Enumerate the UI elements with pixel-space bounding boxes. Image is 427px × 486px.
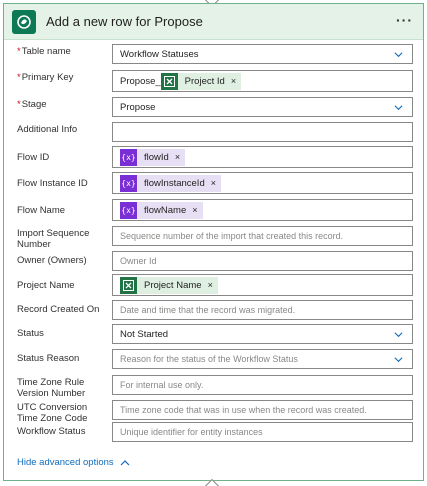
project-id-token[interactable]: Project Id ×	[160, 72, 242, 90]
stage-dropdown[interactable]: Propose	[112, 97, 413, 117]
time-zone-rule-version-number-placeholder: For internal use only.	[120, 380, 204, 390]
project-name-row: Project Name Project Name ×	[17, 274, 413, 296]
chevron-down-icon[interactable]	[394, 50, 403, 59]
time-zone-rule-version-number-label: Time Zone Rule Version Number	[17, 377, 86, 399]
flow-name-token-label: flowName	[144, 204, 187, 216]
more-options-icon[interactable]: ···	[396, 13, 413, 27]
flow-name-input[interactable]: {x} flowName ×	[112, 199, 413, 221]
project-name-token[interactable]: Project Name ×	[120, 276, 218, 294]
remove-token-icon[interactable]: ×	[231, 76, 236, 86]
required-marker: *	[17, 72, 21, 83]
chevron-down-icon[interactable]	[394, 330, 403, 339]
flow-id-token[interactable]: {x} flowId ×	[120, 148, 186, 166]
flow-id-label: Flow ID	[17, 152, 50, 163]
time-zone-rule-version-number-input[interactable]: For internal use only.	[112, 375, 413, 395]
project-name-token-label: Project Name	[144, 279, 202, 291]
remove-token-icon[interactable]: ×	[208, 280, 213, 290]
primary-key-input[interactable]: Propose_ Project Id ×	[112, 70, 413, 92]
owner-row: Owner (Owners) Owner Id	[17, 251, 413, 271]
additional-info-label: Additional Info	[17, 124, 78, 135]
status-row: Status Not Started	[17, 324, 413, 344]
flow-instance-id-label: Flow Instance ID	[17, 178, 88, 189]
project-name-input[interactable]: Project Name ×	[112, 274, 413, 296]
workflow-status-placeholder: Unique identifier for entity instances	[120, 427, 263, 437]
flow-name-label: Flow Name	[17, 205, 66, 216]
action-card: Add a new row for Propose ··· *Table nam…	[3, 3, 424, 481]
table-name-dropdown[interactable]: Workflow Statuses	[112, 44, 413, 64]
utc-conversion-time-zone-code-label: UTC Conversion Time Zone Code	[17, 402, 88, 424]
flow-name-row: Flow Name {x} flowName ×	[17, 199, 413, 221]
flow-name-token[interactable]: {x} flowName ×	[120, 201, 203, 219]
required-marker: *	[17, 99, 21, 110]
hide-advanced-options-label: Hide advanced options	[17, 457, 114, 468]
expression-icon: {x}	[120, 174, 137, 192]
import-sequence-number-placeholder: Sequence number of the import that creat…	[120, 231, 344, 241]
status-dropdown[interactable]: Not Started	[112, 324, 413, 344]
time-zone-rule-version-number-row: Time Zone Rule Version Number For intern…	[17, 375, 413, 399]
table-name-value: Workflow Statuses	[120, 48, 199, 60]
record-created-on-label: Record Created On	[17, 304, 100, 315]
required-marker: *	[17, 46, 21, 57]
remove-token-icon[interactable]: ×	[211, 178, 216, 188]
chevron-down-icon[interactable]	[394, 103, 403, 112]
flow-id-input[interactable]: {x} flowId ×	[112, 146, 413, 168]
hide-advanced-options-link[interactable]: Hide advanced options	[17, 457, 130, 468]
import-sequence-number-row: Import Sequence Number Sequence number o…	[17, 226, 413, 250]
workflow-status-row: Workflow Status Unique identifier for en…	[17, 422, 413, 442]
chevron-up-icon	[120, 459, 130, 465]
status-label: Status	[17, 328, 44, 339]
owner-label: Owner (Owners)	[17, 255, 87, 266]
utc-conversion-time-zone-code-row: UTC Conversion Time Zone Code Time zone …	[17, 400, 413, 424]
flow-instance-id-input[interactable]: {x} flowInstanceId ×	[112, 172, 413, 194]
card-title: Add a new row for Propose	[46, 14, 203, 29]
additional-info-input[interactable]	[112, 122, 413, 142]
flow-instance-id-token-label: flowInstanceId	[144, 177, 205, 189]
project-name-label: Project Name	[17, 280, 75, 291]
chevron-down-icon[interactable]	[394, 355, 403, 364]
table-name-label: Table name	[21, 46, 71, 57]
status-reason-placeholder: Reason for the status of the Workflow St…	[120, 354, 298, 364]
workflow-status-input[interactable]: Unique identifier for entity instances	[112, 422, 413, 442]
record-created-on-placeholder: Date and time that the record was migrat…	[120, 305, 296, 315]
remove-token-icon[interactable]: ×	[192, 205, 197, 215]
additional-info-row: Additional Info	[17, 122, 413, 142]
owner-placeholder: Owner Id	[120, 256, 157, 266]
status-reason-row: Status Reason Reason for the status of t…	[17, 349, 413, 369]
stage-value: Propose	[120, 101, 156, 113]
excel-icon	[160, 72, 178, 90]
stage-row: *Stage Propose	[17, 97, 413, 117]
flow-instance-id-token[interactable]: {x} flowInstanceId ×	[120, 174, 221, 192]
remove-token-icon[interactable]: ×	[175, 152, 180, 162]
owner-input[interactable]: Owner Id	[112, 251, 413, 271]
expression-icon: {x}	[120, 148, 137, 166]
status-reason-dropdown[interactable]: Reason for the status of the Workflow St…	[112, 349, 413, 369]
dataverse-icon	[12, 9, 36, 34]
utc-conversion-time-zone-code-placeholder: Time zone code that was in use when the …	[120, 405, 367, 415]
flow-id-token-label: flowId	[144, 151, 169, 163]
import-sequence-number-input[interactable]: Sequence number of the import that creat…	[112, 226, 413, 246]
record-created-on-input[interactable]: Date and time that the record was migrat…	[112, 300, 413, 320]
project-id-token-label: Project Id	[184, 75, 225, 87]
excel-icon	[120, 276, 137, 294]
status-reason-label: Status Reason	[17, 353, 80, 364]
status-value: Not Started	[120, 328, 169, 340]
card-header[interactable]: Add a new row for Propose ···	[4, 4, 423, 40]
primary-key-label: Primary Key	[21, 72, 74, 83]
expression-icon: {x}	[120, 201, 137, 219]
primary-key-row: *Primary Key Propose_ Project Id ×	[17, 70, 413, 92]
workflow-status-label: Workflow Status	[17, 426, 86, 437]
flow-instance-id-row: Flow Instance ID {x} flowInstanceId ×	[17, 172, 413, 194]
primary-key-prefix: Propose_	[120, 75, 161, 87]
stage-label: Stage	[21, 99, 47, 110]
import-sequence-number-label: Import Sequence Number	[17, 228, 90, 250]
record-created-on-row: Record Created On Date and time that the…	[17, 300, 413, 320]
table-name-row: *Table name Workflow Statuses	[17, 44, 413, 64]
utc-conversion-time-zone-code-input[interactable]: Time zone code that was in use when the …	[112, 400, 413, 420]
flow-id-row: Flow ID {x} flowId ×	[17, 146, 413, 168]
